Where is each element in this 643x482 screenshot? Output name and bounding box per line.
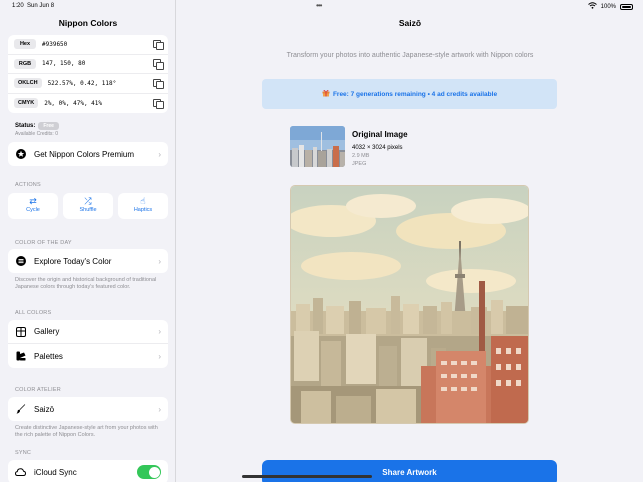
premium-row[interactable]: Get Nippon Colors Premium › <box>8 142 168 166</box>
original-image-size: 2.9 MB <box>352 153 370 159</box>
available-credits: Available Credits: 0 <box>15 131 58 137</box>
premium-label: Get Nippon Colors Premium <box>34 149 135 159</box>
menu-circle-icon <box>15 256 26 267</box>
chevron-right-icon: › <box>158 149 161 159</box>
color-values-card: Hex #939650 RGB 147, 150, 80 OKLCH 522.5… <box>8 35 168 113</box>
atelier-header: COLOR ATELIER <box>15 387 61 393</box>
premium-card: Get Nippon Colors Premium › <box>8 142 168 166</box>
cycle-icon: ⇄ <box>29 196 37 206</box>
copy-icon[interactable] <box>153 59 164 70</box>
copy-icon[interactable] <box>153 39 164 51</box>
chevron-right-icon: › <box>158 327 161 336</box>
value-row-hex: Hex #939650 <box>8 35 168 55</box>
cloud-icon <box>15 467 26 478</box>
all-colors-header: ALL COLORS <box>15 310 52 316</box>
share-artwork-button[interactable]: Share Artwork <box>262 460 557 482</box>
saizo-label: Saizō <box>34 404 55 414</box>
credits-banner-text: Free: 7 generations remaining • 4 ad cre… <box>332 90 498 98</box>
copy-icon[interactable] <box>153 78 164 90</box>
multitasking-dots-icon[interactable]: ••• <box>316 1 322 10</box>
value-row-rgb: RGB 147, 150, 80 <box>8 55 168 74</box>
gallery-icon <box>15 326 26 337</box>
battery-icon <box>620 3 633 10</box>
status-bar: 1:20 Sun Jun 8 ••• 100% <box>0 0 643 12</box>
value-chip: RGB <box>14 58 36 69</box>
sidebar-title: Nippon Colors <box>58 18 118 28</box>
page-title: Saizō <box>398 18 422 28</box>
cotd-card: Explore Today's Color › <box>8 249 168 273</box>
palette-icon <box>15 351 26 362</box>
gallery-label: Gallery <box>34 327 60 336</box>
atelier-card: Saizō › <box>8 397 168 421</box>
status-line: Status: Free <box>15 122 59 130</box>
original-image-title: Original Image <box>352 130 408 139</box>
icloud-sync-label: iCloud Sync <box>34 467 77 477</box>
icloud-sync-row: iCloud Sync <box>8 460 168 482</box>
cotd-header: COLOR OF THE DAY <box>15 240 72 246</box>
atelier-description: Create distinctive Japanese-style art fr… <box>15 425 158 438</box>
home-indicator[interactable] <box>242 475 372 478</box>
wifi-icon <box>587 2 597 11</box>
actions-header: ACTIONS <box>15 182 41 188</box>
value-text: 522.57%, 0.42, 118° <box>47 79 117 87</box>
paintbrush-icon <box>15 404 26 415</box>
saizo-row[interactable]: Saizō › <box>8 397 168 421</box>
value-row-cmyk: CMYK 2%, 0%, 47%, 41% <box>8 94 168 114</box>
original-image-format: JPEG <box>352 161 367 167</box>
explore-today-row[interactable]: Explore Today's Color › <box>8 249 168 273</box>
palettes-label: Palettes <box>34 351 63 361</box>
cotd-description: Discover the origin and historical backg… <box>15 277 157 290</box>
battery-percent: 100% <box>600 3 616 10</box>
value-chip: Hex <box>14 39 36 50</box>
status-badge: Free <box>38 122 59 130</box>
haptics-icon: ☝ <box>140 196 146 206</box>
main-panel: Saizō Transform your photos into authent… <box>177 0 643 482</box>
status-label: Status: <box>15 123 36 129</box>
gallery-row[interactable]: Gallery › <box>8 320 168 344</box>
cycle-button[interactable]: ⇄ Cycle <box>8 193 58 219</box>
sidebar: Nippon Colors Hex #939650 RGB 147, 150, … <box>0 0 176 482</box>
chevron-right-icon: › <box>158 256 161 266</box>
value-text: 147, 150, 80 <box>42 60 86 68</box>
status-right: 100% <box>587 2 633 11</box>
shuffle-button[interactable]: ⤮ Shuffle <box>63 193 113 219</box>
copy-icon[interactable] <box>153 98 164 110</box>
generated-artwork-image[interactable] <box>290 185 529 424</box>
explore-today-label: Explore Today's Color <box>34 256 112 266</box>
page-subtitle: Transform your photos into authentic Jap… <box>286 52 534 59</box>
credits-banner: Free: 7 generations remaining • 4 ad cre… <box>262 79 557 109</box>
sync-card: iCloud Sync <box>8 460 168 482</box>
haptics-button[interactable]: ☝ Haptics <box>118 193 168 219</box>
gift-icon <box>322 89 330 99</box>
shuffle-icon: ⤮ <box>84 196 92 206</box>
status-time: 1:20 Sun Jun 8 <box>12 3 55 9</box>
chevron-right-icon: › <box>158 351 161 361</box>
icloud-sync-toggle[interactable] <box>137 465 161 479</box>
value-row-oklch: OKLCH 522.57%, 0.42, 118° <box>8 74 168 94</box>
value-text: 2%, 0%, 47%, 41% <box>44 99 102 107</box>
palettes-row[interactable]: Palettes › <box>8 344 168 368</box>
original-image-thumbnail[interactable] <box>290 126 345 167</box>
value-chip: OKLCH <box>14 78 42 89</box>
chevron-right-icon: › <box>158 404 161 414</box>
value-text: #939650 <box>42 40 68 48</box>
original-image-dimensions: 4032 × 3024 pixels <box>352 145 403 151</box>
all-colors-card: Gallery › Palettes › <box>8 320 168 368</box>
value-chip: CMYK <box>14 98 39 109</box>
sync-header: SYNC <box>15 450 32 456</box>
star-icon <box>15 149 26 160</box>
